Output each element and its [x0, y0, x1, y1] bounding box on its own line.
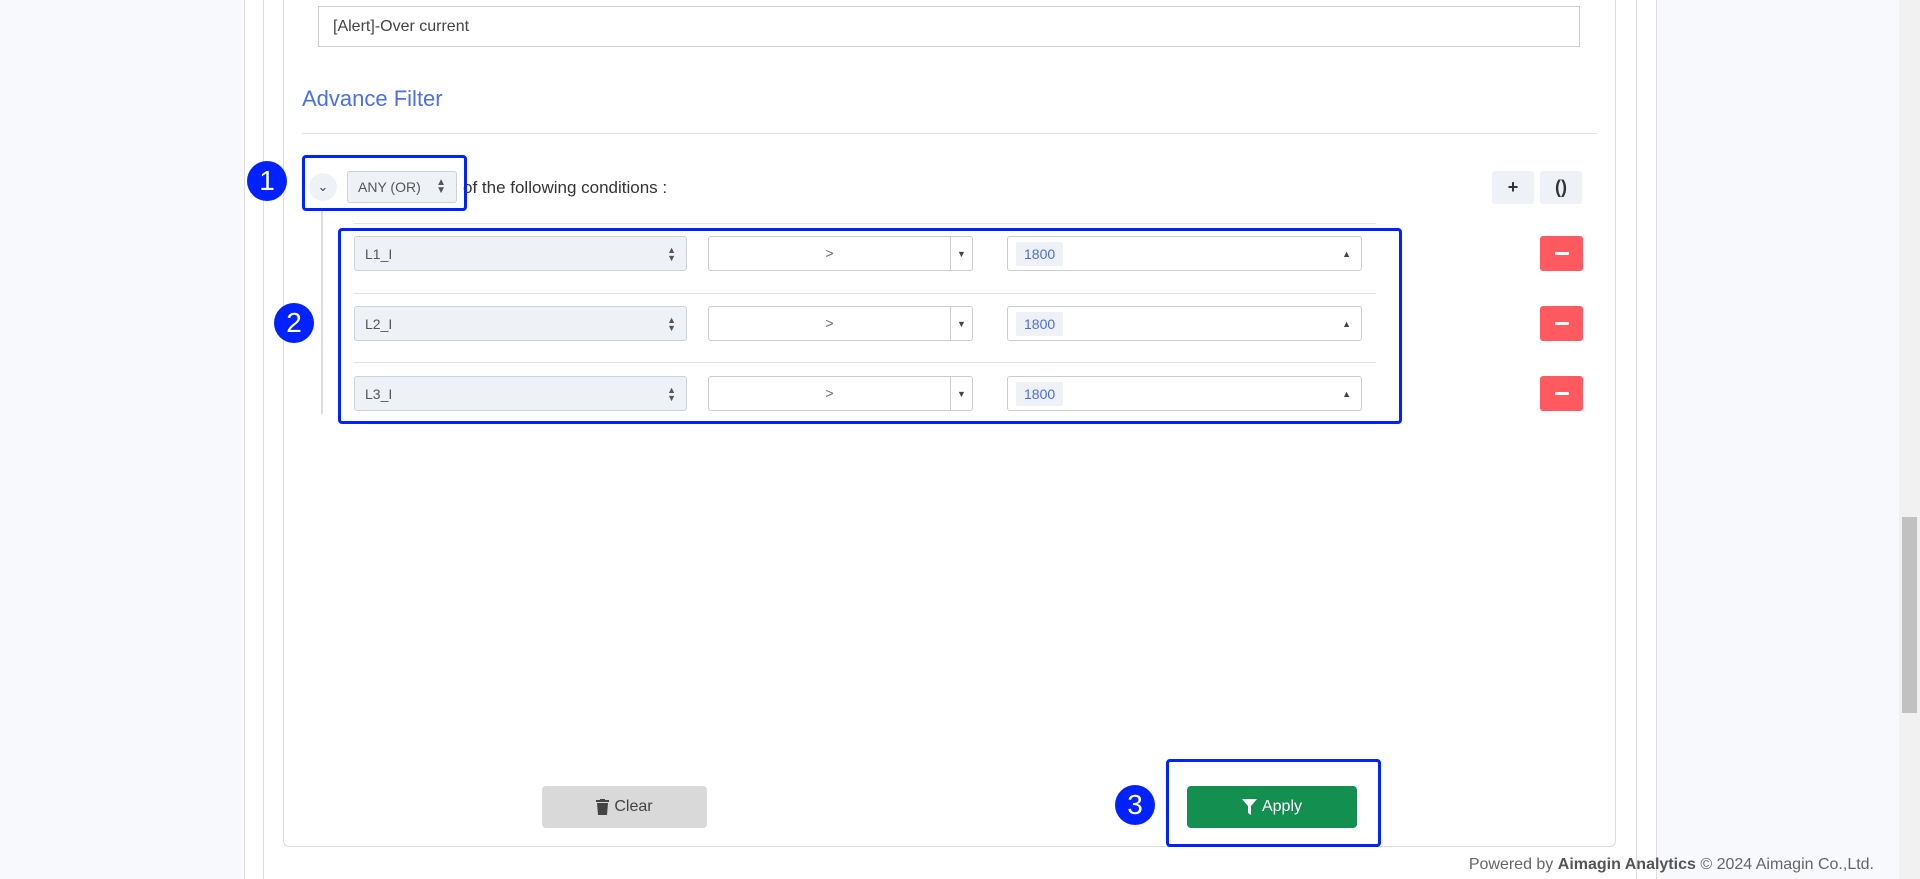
clear-label: Clear — [614, 798, 653, 815]
divider — [263, 0, 264, 879]
add-group-button[interactable]: () — [1540, 171, 1582, 204]
annotation-box-2 — [338, 228, 1402, 424]
footer-copyright: © 2024 Aimagin Co.,Ltd. — [1700, 856, 1874, 873]
remove-condition-button[interactable] — [1540, 376, 1583, 411]
right-panel-bg — [1656, 0, 1899, 879]
tree-line — [321, 208, 323, 414]
condition-suffix: of the following conditions : — [463, 178, 668, 197]
divider — [302, 133, 1597, 134]
minus-icon — [1554, 252, 1569, 255]
footer-brand[interactable]: Aimagin Analytics — [1558, 856, 1696, 873]
trash-icon — [596, 799, 610, 815]
scrollbar[interactable] — [1899, 0, 1920, 879]
annotation-box-3 — [1166, 759, 1381, 847]
add-rule-button[interactable]: + — [1492, 171, 1534, 204]
annotation-badge-1: 1 — [247, 161, 287, 201]
divider — [1636, 0, 1637, 879]
minus-icon — [1554, 392, 1569, 395]
remove-condition-button[interactable] — [1540, 236, 1583, 271]
minus-icon — [1554, 322, 1569, 325]
row-separator — [354, 223, 1376, 224]
remove-condition-button[interactable] — [1540, 306, 1583, 341]
annotation-badge-3: 3 — [1115, 785, 1155, 825]
rule-name-input[interactable]: [Alert]-Over current — [318, 6, 1580, 47]
footer-prefix: Powered by — [1468, 856, 1554, 873]
footer: Powered by Aimagin Analytics © 2024 Aima… — [1469, 856, 1874, 874]
section-title: Advance Filter — [302, 86, 443, 111]
left-sidebar-bg — [0, 0, 245, 879]
annotation-badge-2: 2 — [274, 303, 314, 343]
clear-button[interactable]: Clear — [542, 786, 707, 828]
scrollbar-thumb[interactable] — [1902, 517, 1917, 713]
annotation-box-1 — [302, 155, 467, 211]
